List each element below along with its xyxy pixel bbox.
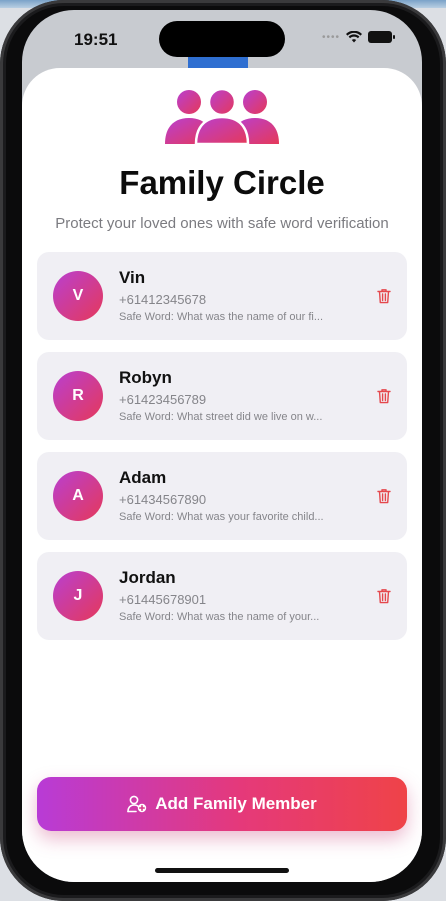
member-name: Jordan	[119, 568, 176, 587]
trash-icon[interactable]	[377, 388, 391, 404]
member-name: Adam	[119, 468, 167, 487]
status-time: 19:51	[74, 30, 118, 49]
avatar: R	[53, 371, 103, 421]
add-family-member-button[interactable]: Add Family Member	[37, 777, 407, 831]
home-indicator[interactable]	[155, 868, 289, 873]
member-name: Robyn	[119, 368, 172, 387]
page-subtitle: Protect your loved ones with safe word v…	[55, 215, 389, 232]
family-member-card[interactable]: R Robyn +61423456789 Safe Word: What str…	[37, 352, 407, 440]
member-phone: +61412345678	[119, 292, 207, 307]
family-group-icon	[165, 88, 279, 144]
status-icons: ••••	[321, 31, 395, 43]
avatar: V	[53, 271, 103, 321]
family-circle-sheet: Family Circle Protect your loved ones wi…	[22, 68, 422, 882]
trash-icon[interactable]	[377, 588, 391, 604]
signal-icon: ••••	[321, 31, 340, 43]
member-safe-word: Safe Word: What was the name of our fi..…	[119, 311, 323, 323]
member-safe-word: Safe Word: What street did we live on w.…	[119, 411, 323, 423]
phone-screen: 19:51 •••• Family Circle Protect your lo…	[22, 10, 422, 882]
add-button-label: Add Family Member	[155, 794, 317, 813]
avatar: J	[53, 571, 103, 621]
member-phone: +61423456789	[119, 392, 207, 407]
family-member-card[interactable]: J Jordan +61445678901 Safe Word: What wa…	[37, 552, 407, 640]
trash-icon[interactable]	[377, 488, 391, 504]
page-title: Family Circle	[119, 164, 325, 201]
family-member-card[interactable]: V Vin +61412345678 Safe Word: What was t…	[37, 252, 407, 340]
member-phone: +61434567890	[119, 492, 207, 507]
trash-icon[interactable]	[377, 288, 391, 304]
family-member-card[interactable]: A Adam +61434567890 Safe Word: What was …	[37, 452, 407, 540]
avatar: A	[53, 471, 103, 521]
family-member-list: V Vin +61412345678 Safe Word: What was t…	[37, 252, 407, 652]
member-safe-word: Safe Word: What was the name of your...	[119, 611, 320, 623]
member-name: Vin	[119, 268, 146, 287]
dynamic-island	[159, 21, 285, 57]
member-safe-word: Safe Word: What was your favorite child.…	[119, 511, 324, 523]
wifi-icon	[346, 31, 362, 43]
add-person-icon	[127, 795, 147, 813]
battery-icon	[368, 31, 395, 43]
member-phone: +61445678901	[119, 592, 207, 607]
